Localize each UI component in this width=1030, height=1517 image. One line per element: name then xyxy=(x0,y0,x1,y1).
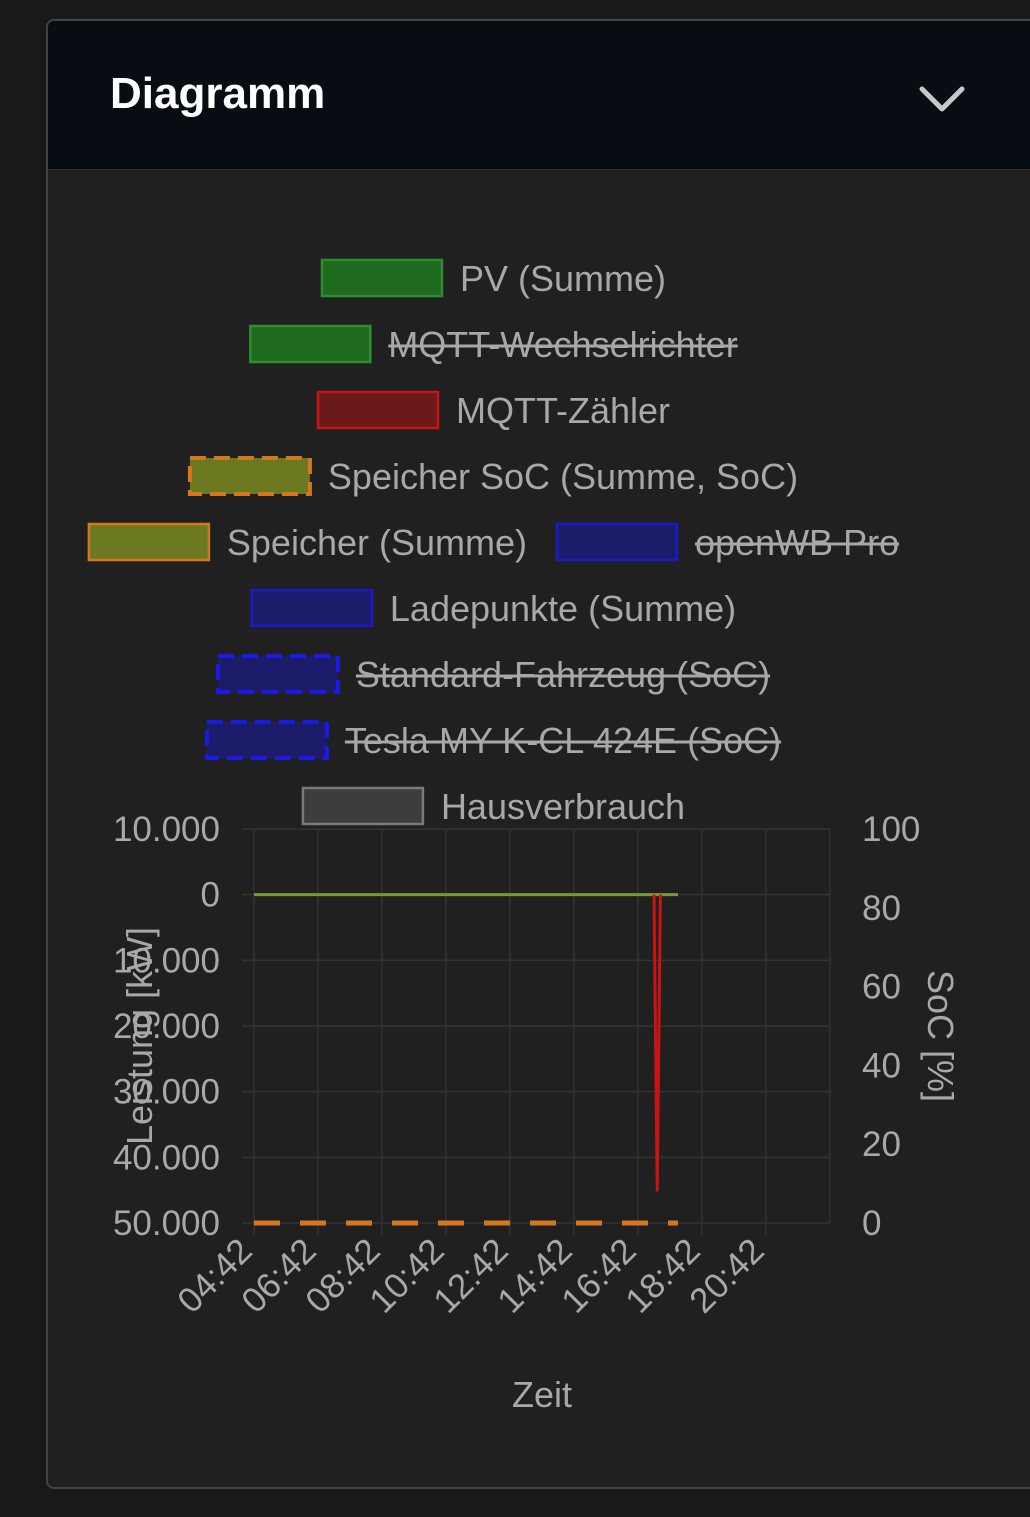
y-right-tick-label: 60 xyxy=(862,968,901,1007)
x-axis-title: Zeit xyxy=(512,1374,572,1415)
legend-swatch xyxy=(250,588,374,628)
diagram-card: Diagramm PV (Summe) MQTT-Wechselrichter MQ… xyxy=(46,19,1030,1489)
legend-swatch xyxy=(320,258,444,298)
y-right-tick-label: 40 xyxy=(862,1046,901,1085)
legend-swatch xyxy=(204,720,329,760)
legend-swatch xyxy=(215,654,340,694)
x-tick-label: 08:42 xyxy=(298,1231,388,1321)
legend-label: MQTT-Zähler xyxy=(456,390,670,431)
x-tick-label: 04:42 xyxy=(170,1231,260,1321)
x-tick-label: 20:42 xyxy=(682,1231,772,1321)
legend-label: Hausverbrauch xyxy=(441,786,685,827)
y-right-axis-title: SoC [%] xyxy=(920,970,961,1102)
legend-swatch xyxy=(301,786,425,826)
x-tick-label: 18:42 xyxy=(618,1231,708,1321)
x-tick-label: 06:42 xyxy=(234,1231,324,1321)
y-left-tick-label: 50.000 xyxy=(113,1204,220,1243)
y-left-axis-title: Leistung [kW] xyxy=(119,927,160,1145)
y-left-tick-label: 10.000 xyxy=(113,810,220,849)
legend-swatch xyxy=(87,522,211,562)
legend-label: PV (Summe) xyxy=(460,258,666,299)
y-right-tick-label: 80 xyxy=(862,889,901,928)
y-left-tick-label: 0 xyxy=(201,876,220,915)
x-tick-label: 14:42 xyxy=(490,1231,580,1321)
legend-label: Speicher SoC (Summe, SoC) xyxy=(328,456,798,497)
legend-label: Speicher (Summe) xyxy=(227,522,527,563)
legend-swatch xyxy=(555,522,679,562)
series-line xyxy=(652,894,662,1192)
x-tick-label: 10:42 xyxy=(362,1231,452,1321)
legend-label: Ladepunkte (Summe) xyxy=(390,588,736,629)
y-right-tick-label: 100 xyxy=(862,810,920,849)
x-tick-label: 16:42 xyxy=(554,1231,644,1321)
y-right-tick-label: 0 xyxy=(862,1204,881,1243)
legend-swatch xyxy=(187,456,312,496)
legend-swatch xyxy=(249,324,372,364)
legend-swatch xyxy=(316,390,440,430)
y-right-tick-label: 20 xyxy=(862,1125,901,1164)
x-tick-label: 12:42 xyxy=(426,1231,516,1321)
chart: PV (Summe)MQTT-WechselrichterMQTT-Zähler… xyxy=(87,258,961,1415)
